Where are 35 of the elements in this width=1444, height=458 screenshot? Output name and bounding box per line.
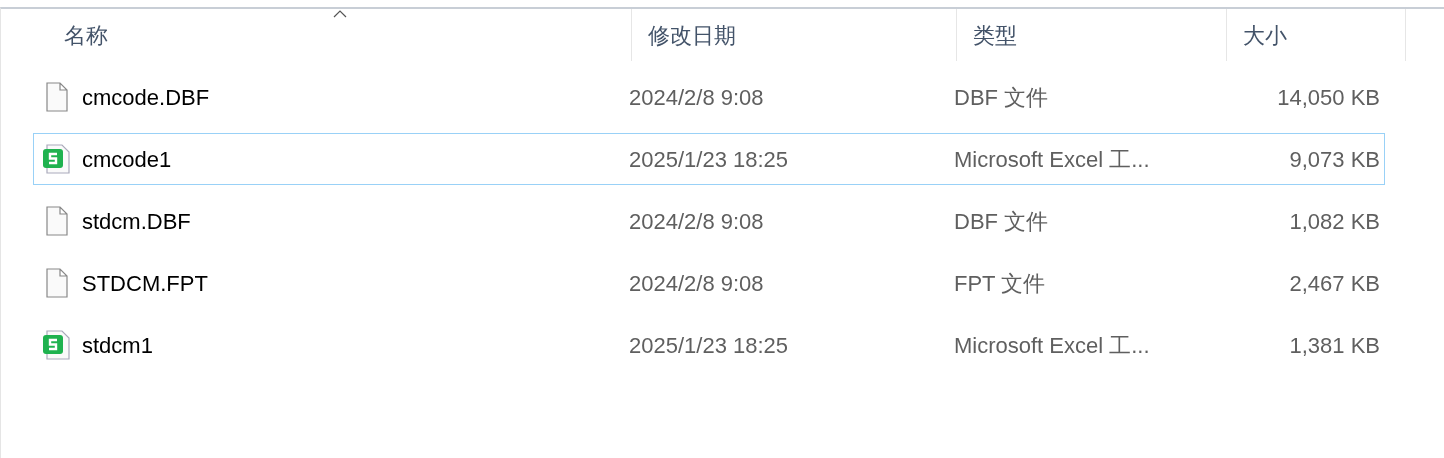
modified-date: 2025/1/23 18:25 xyxy=(628,145,790,174)
file-row[interactable]: STDCM.FPT 2024/2/8 9:08 FPT 文件 2,467 KB xyxy=(33,257,1385,309)
spreadsheet-icon xyxy=(42,330,72,360)
file-row[interactable]: stdcm1 2025/1/23 18:25 Microsoft Excel 工... 1,381 KB xyxy=(33,319,1385,371)
column-header[interactable]: 名称 xyxy=(48,9,631,61)
file-type: Microsoft Excel 工... xyxy=(953,331,1151,360)
file-size: 2,467 KB xyxy=(1288,269,1381,298)
file-type: FPT 文件 xyxy=(953,269,1047,298)
file-row[interactable]: cmcode.DBF 2024/2/8 9:08 DBF 文件 14,050 KB xyxy=(33,71,1385,123)
modified-date: 2024/2/8 9:08 xyxy=(628,207,765,236)
column-header[interactable]: 大小 xyxy=(1226,9,1406,61)
file-type: DBF 文件 xyxy=(953,207,1050,236)
file-name: cmcode1 xyxy=(82,145,172,174)
file-row[interactable]: cmcode1 2025/1/23 18:25 Microsoft Excel 工... 9,073 KB xyxy=(33,133,1385,185)
modified-date: 2025/1/23 18:25 xyxy=(628,331,790,360)
sort-ascending-icon xyxy=(332,10,347,18)
file-name: cmcode.DBF xyxy=(82,83,210,112)
file-name: stdcm1 xyxy=(82,331,153,360)
file-type: Microsoft Excel 工... xyxy=(953,145,1151,174)
file-size: 1,082 KB xyxy=(1288,207,1381,236)
file-icon xyxy=(46,268,68,298)
spreadsheet-icon xyxy=(42,144,72,174)
file-icon xyxy=(46,206,68,236)
file-size: 14,050 KB xyxy=(1276,83,1381,112)
file-icon xyxy=(46,82,68,112)
file-size: 1,381 KB xyxy=(1288,331,1381,360)
file-name: STDCM.FPT xyxy=(82,269,208,298)
file-type: DBF 文件 xyxy=(953,83,1050,112)
file-row[interactable]: stdcm.DBF 2024/2/8 9:08 DBF 文件 1,082 KB xyxy=(33,195,1385,247)
file-size: 9,073 KB xyxy=(1288,145,1381,174)
modified-date: 2024/2/8 9:08 xyxy=(628,269,765,298)
column-header[interactable]: 类型 xyxy=(956,9,1226,61)
file-name: stdcm.DBF xyxy=(82,207,191,236)
modified-date: 2024/2/8 9:08 xyxy=(628,83,765,112)
column-header[interactable]: 修改日期 xyxy=(631,9,956,61)
